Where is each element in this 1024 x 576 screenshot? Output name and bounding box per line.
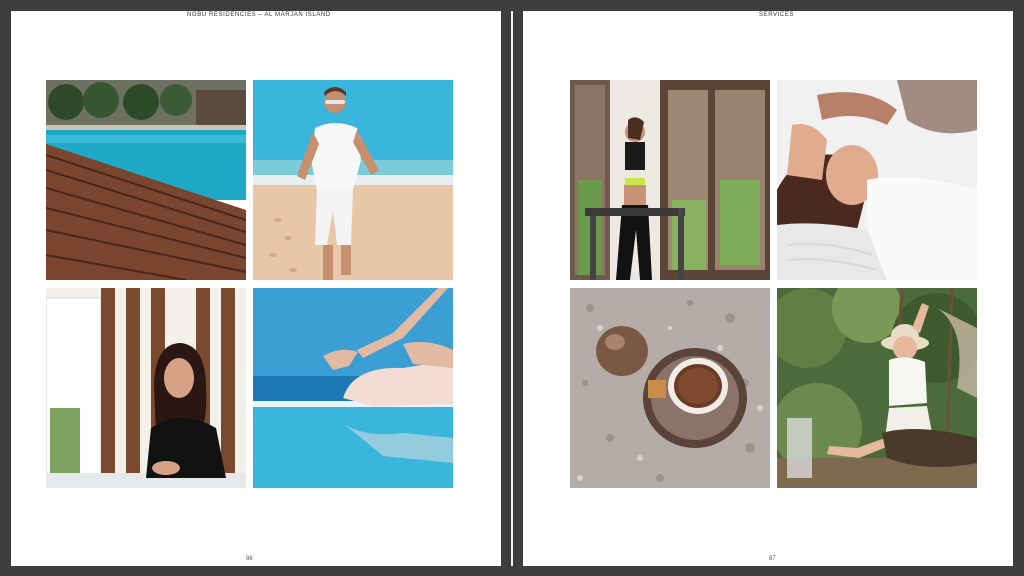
pool-deck-photo (46, 80, 246, 280)
left-page-header: NOBU RESIDENCIES – AL MARJAN ISLAND (187, 12, 331, 18)
page-spine (511, 11, 513, 566)
right-page-header: SERVICES (759, 12, 795, 18)
coffee-cup-photo (570, 288, 770, 488)
right-page-number: 87 (769, 556, 776, 562)
woman-portrait-photo (46, 288, 246, 488)
yoga-pose-photo (253, 288, 453, 488)
child-swing-photo (777, 288, 977, 488)
spa-massage-photo (777, 80, 977, 280)
treadmill-gym-photo (570, 80, 770, 280)
left-page-number: 86 (246, 556, 253, 562)
left-page: NOBU RESIDENCIES – AL MARJAN ISLAND 86 (11, 11, 501, 566)
right-page: SERVICES 87 (523, 11, 1013, 566)
beach-runner-photo (253, 80, 453, 280)
